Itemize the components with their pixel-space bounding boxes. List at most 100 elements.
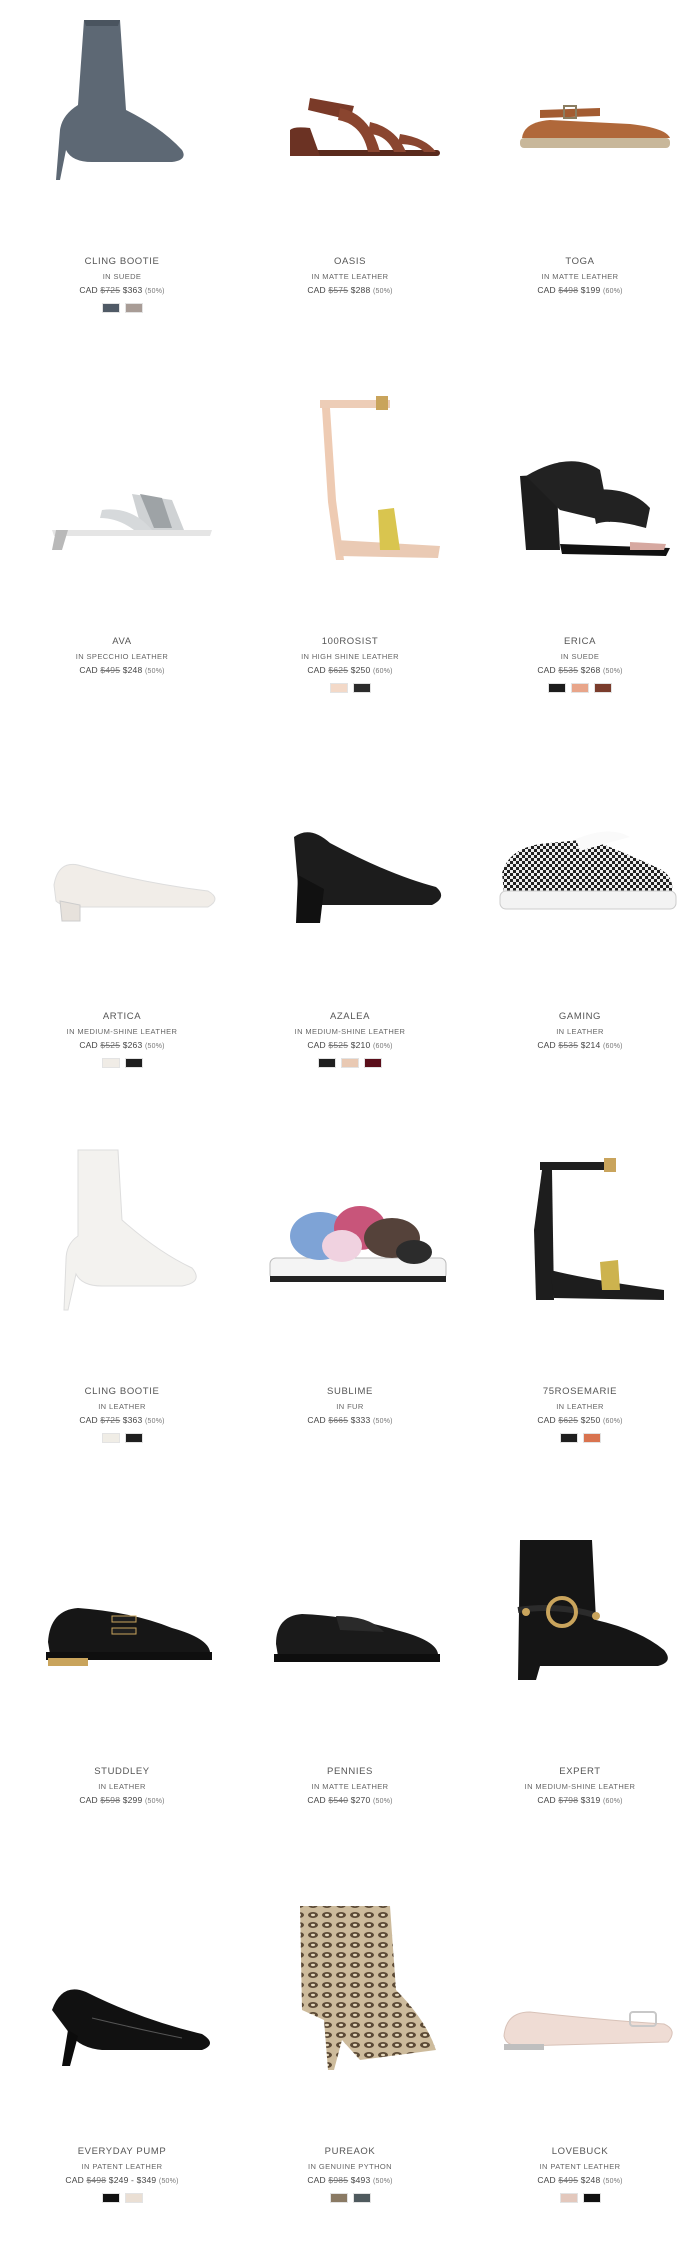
color-swatch[interactable] [594, 683, 612, 693]
product-name[interactable]: 100ROSIST [240, 636, 460, 647]
product-name[interactable]: PENNIES [240, 1766, 460, 1777]
product-name[interactable]: ARTICA [12, 1011, 232, 1022]
color-swatch[interactable] [124, 2193, 143, 2203]
black-block-heel-sandal-image[interactable] [470, 390, 690, 600]
brown-strappy-sandal-image[interactable] [240, 10, 460, 220]
original-price: $495 [558, 2175, 579, 2185]
discount-percent: (60%) [372, 1043, 393, 1050]
product-card-13[interactable]: STUDDLEY IN LEATHER CAD $598 $299 (50%) [12, 1520, 232, 1825]
color-swatches [470, 2193, 690, 2205]
color-swatch[interactable] [124, 1058, 143, 1068]
black-patent-pump-image[interactable] [12, 1900, 232, 2110]
product-price: CAD $525 $263 (50%) [12, 1040, 232, 1050]
fur-slide-image[interactable] [240, 1140, 460, 1350]
product-name[interactable]: AVA [12, 636, 232, 647]
black-monk-strap-shoe-image[interactable] [12, 1520, 232, 1730]
product-name[interactable]: AZALEA [240, 1011, 460, 1022]
product-price: CAD $535 $268 (50%) [470, 665, 690, 675]
currency: CAD [537, 1040, 556, 1050]
product-name[interactable]: CLING BOOTIE [12, 1386, 232, 1397]
color-swatch[interactable] [101, 303, 120, 313]
product-name[interactable]: GAMING [470, 1011, 690, 1022]
blush-patent-flat-image[interactable] [470, 1900, 690, 2110]
color-swatch[interactable] [352, 2193, 371, 2203]
product-material: IN LEATHER [556, 1027, 604, 1036]
product-name[interactable]: SUBLIME [240, 1386, 460, 1397]
gray-suede-bootie-image[interactable] [12, 10, 232, 220]
color-swatch[interactable] [101, 1058, 120, 1068]
product-card-5[interactable]: 100ROSIST IN HIGH SHINE LEATHER CAD $625… [240, 390, 460, 695]
sale-price: $250 [580, 1415, 601, 1425]
sale-price: $263 [122, 1040, 143, 1050]
color-swatch[interactable] [582, 1433, 601, 1443]
color-swatch[interactable] [559, 2193, 578, 2203]
silver-mule-sandal-image[interactable] [12, 390, 232, 600]
color-swatch[interactable] [101, 1433, 120, 1443]
product-card-15[interactable]: EXPERT IN MEDIUM-SHINE LEATHER CAD $798 … [470, 1520, 690, 1825]
color-swatch[interactable] [124, 1433, 143, 1443]
product-card-7[interactable]: ARTICA IN MEDIUM-SHINE LEATHER CAD $525 … [12, 765, 232, 1070]
discount-percent: (50%) [372, 288, 393, 295]
product-name[interactable]: OASIS [240, 256, 460, 267]
color-swatches [12, 2193, 232, 2205]
black-loafer-image[interactable] [240, 1520, 460, 1730]
color-swatch[interactable] [548, 683, 566, 693]
product-card-14[interactable]: PENNIES IN MATTE LEATHER CAD $540 $270 (… [240, 1520, 460, 1825]
currency: CAD [537, 285, 556, 295]
product-card-3[interactable]: TOGA IN MATTE LEATHER CAD $498 $199 (60%… [470, 10, 690, 315]
product-name[interactable]: STUDDLEY [12, 1766, 232, 1777]
product-card-8[interactable]: AZALEA IN MEDIUM-SHINE LEATHER CAD $525 … [240, 765, 460, 1070]
color-swatch[interactable] [329, 683, 348, 693]
product-card-6[interactable]: ERICA IN SUEDE CAD $535 $268 (50%) [470, 390, 690, 695]
color-swatch[interactable] [364, 1058, 382, 1068]
tan-espadrille-flat-image[interactable] [470, 10, 690, 220]
product-card-16[interactable]: EVERYDAY PUMP IN PATENT LEATHER CAD $498… [12, 1900, 232, 2205]
checkered-sneaker-image[interactable] [470, 765, 690, 975]
product-name[interactable]: PUREAOK [240, 2146, 460, 2157]
product-card-17[interactable]: PUREAOK IN GENUINE PYTHON CAD $985 $493 … [240, 1900, 460, 2205]
product-card-9[interactable]: GAMING IN LEATHER CAD $535 $214 (60%) [470, 765, 690, 1070]
color-swatch[interactable] [101, 2193, 120, 2203]
color-swatch[interactable] [559, 1433, 578, 1443]
sale-price: $493 [350, 2175, 371, 2185]
product-card-11[interactable]: SUBLIME IN FUR CAD $665 $333 (50%) [240, 1140, 460, 1445]
product-card-12[interactable]: 75ROSEMARIE IN LEATHER CAD $625 $250 (60… [470, 1140, 690, 1445]
color-swatch[interactable] [582, 2193, 601, 2203]
original-price: $598 [100, 1795, 121, 1805]
color-swatches [240, 683, 460, 695]
product-name[interactable]: EVERYDAY PUMP [12, 2146, 232, 2157]
color-swatch[interactable] [352, 683, 371, 693]
original-price: $725 [100, 285, 121, 295]
product-card-4[interactable]: AVA IN SPECCHIO LEATHER CAD $495 $248 (5… [12, 390, 232, 695]
sale-price: $249 - $349 [108, 2175, 157, 2185]
white-leather-bootie-image[interactable] [12, 1140, 232, 1350]
product-card-18[interactable]: LOVEBUCK IN PATENT LEATHER CAD $495 $248… [470, 1900, 690, 2205]
color-swatch[interactable] [571, 683, 589, 693]
product-material: IN SPECCHIO LEATHER [75, 652, 169, 661]
product-card-1[interactable]: CLING BOOTIE IN SUEDE CAD $725 $363 (50%… [12, 10, 232, 315]
product-name[interactable]: LOVEBUCK [470, 2146, 690, 2157]
product-price: CAD $495 $248 (50%) [470, 2175, 690, 2185]
product-name[interactable]: ERICA [470, 636, 690, 647]
color-swatch[interactable] [341, 1058, 359, 1068]
white-low-pump-image[interactable] [12, 765, 232, 975]
product-name[interactable]: EXPERT [470, 1766, 690, 1777]
original-price: $540 [328, 1795, 349, 1805]
product-card-10[interactable]: CLING BOOTIE IN LEATHER CAD $725 $363 (5… [12, 1140, 232, 1445]
product-material: IN MATTE LEATHER [311, 272, 389, 281]
python-bootie-image[interactable] [240, 1900, 460, 2110]
color-swatch[interactable] [318, 1058, 336, 1068]
sale-price: $288 [350, 285, 371, 295]
product-material: IN HIGH SHINE LEATHER [301, 652, 399, 661]
sale-price: $210 [350, 1040, 371, 1050]
product-card-2[interactable]: OASIS IN MATTE LEATHER CAD $575 $288 (50… [240, 10, 460, 315]
black-harness-boot-image[interactable] [470, 1520, 690, 1730]
nude-ankle-strap-heel-image[interactable] [240, 390, 460, 600]
product-name[interactable]: TOGA [470, 256, 690, 267]
color-swatch[interactable] [329, 2193, 348, 2203]
black-ankle-strap-sandal-image[interactable] [470, 1140, 690, 1350]
color-swatch[interactable] [124, 303, 143, 313]
product-name[interactable]: 75ROSEMARIE [470, 1386, 690, 1397]
black-block-pump-image[interactable] [240, 765, 460, 975]
product-name[interactable]: CLING BOOTIE [12, 256, 232, 267]
